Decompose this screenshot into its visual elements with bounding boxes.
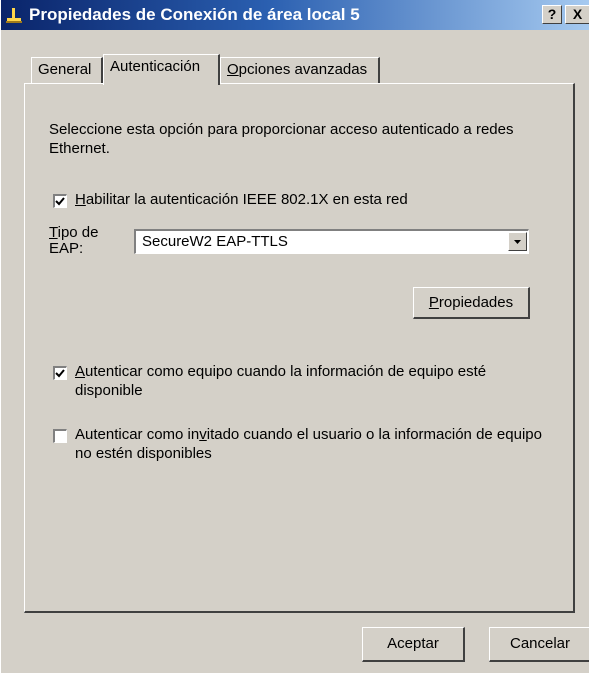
auth-guest-checkbox[interactable] (53, 429, 67, 443)
tab-opciones-avanzadas[interactable]: Opciones avanzadas (220, 57, 380, 83)
cancel-button[interactable]: Cancelar (489, 627, 589, 662)
tab-mnemonic: O (227, 61, 239, 78)
auth-computer-mnemonic: A (75, 363, 86, 380)
auth-computer-checkbox[interactable] (53, 366, 67, 380)
eap-type-label: Tipo de EAP: (49, 225, 109, 257)
auth-guest-text-1: Autenticar como in (75, 426, 200, 443)
auth-guest-label[interactable]: Autenticar como invitado cuando el usuar… (75, 425, 545, 463)
checkmark-icon (55, 197, 65, 206)
properties-mnemonic: P (428, 294, 439, 311)
tab-general[interactable]: General (31, 57, 103, 83)
enable-8021x-label[interactable]: Habilitar la autenticación IEEE 802.1X e… (75, 190, 408, 209)
authentication-panel: Seleccione esta opción para proporcionar… (24, 83, 575, 613)
enable-8021x-text: abilitar la autenticación IEEE 802.1X en… (85, 191, 408, 208)
eap-type-mnemonic: T (49, 224, 58, 241)
tab-autenticacion[interactable]: Autenticación (103, 54, 220, 85)
network-connection-icon (5, 6, 23, 24)
enable-8021x-mnemonic: H (75, 191, 86, 208)
tab-label: pciones avanzadas (238, 61, 368, 78)
enable-8021x-checkbox[interactable] (53, 194, 67, 208)
title-bar: Propiedades de Conexión de área local 5 … (1, 0, 589, 30)
eap-type-value: SecureW2 EAP-TTLS (142, 233, 288, 250)
checkmark-icon (55, 369, 65, 378)
ok-button[interactable]: Aceptar (362, 627, 465, 662)
close-button[interactable]: X (565, 5, 589, 24)
eap-properties-button[interactable]: Propiedades (413, 287, 530, 319)
auth-computer-label[interactable]: Autenticar como equipo cuando la informa… (75, 362, 535, 400)
auth-computer-text: utenticar como equipo cuando la informac… (75, 363, 487, 399)
eap-type-select[interactable]: SecureW2 EAP-TTLS (134, 229, 529, 254)
auth-description: Seleccione esta opción para proporcionar… (49, 121, 514, 157)
auth-guest-mnemonic: v (199, 426, 207, 443)
dropdown-arrow-icon[interactable] (508, 232, 527, 251)
properties-dialog: Propiedades de Conexión de área local 5 … (0, 0, 589, 673)
window-title: Propiedades de Conexión de área local 5 (29, 5, 360, 24)
properties-label: ropiedades (438, 294, 514, 311)
help-button[interactable]: ? (542, 5, 562, 24)
